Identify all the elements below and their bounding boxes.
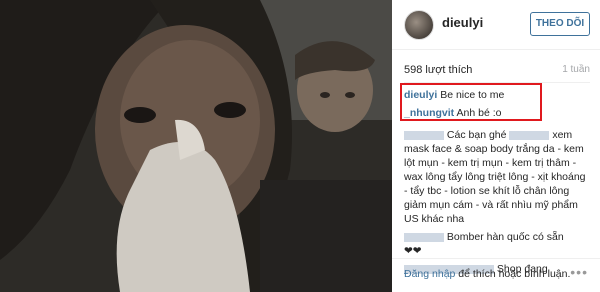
- comment-user-link[interactable]: dieulyi: [404, 89, 437, 101]
- comment: dieulyi Be nice to me: [404, 88, 590, 102]
- post-photo[interactable]: [0, 0, 392, 292]
- comment: Bomber hàn quốc có sẵn ❤❤: [404, 230, 590, 258]
- login-link[interactable]: Đăng nhập: [404, 268, 455, 280]
- promo-line3: Bomber hàn quốc có sẵn: [446, 231, 564, 243]
- post-header: dieulyi THEO DÕI: [392, 0, 600, 50]
- post-footer: Đăng nhập để thích hoặc bình luận. •••: [392, 258, 600, 292]
- promo-line1: Các bạn ghé: [446, 129, 507, 141]
- blurred-handle: [509, 130, 550, 140]
- comment: _nhungvit Anh bé :o: [404, 106, 590, 120]
- comment-user-link[interactable]: _nhungvit: [404, 107, 454, 119]
- comment: Các bạn ghé xem mask face & soap body tr…: [404, 128, 590, 226]
- avatar[interactable]: [404, 10, 434, 40]
- post-sidebar: dieulyi THEO DÕI 598 lượt thích 1 tuần d…: [392, 0, 600, 292]
- username-link[interactable]: dieulyi: [442, 15, 483, 30]
- login-prompt: Đăng nhập để thích hoặc bình luận.: [404, 268, 570, 280]
- blurred-username: [404, 232, 444, 242]
- comment-text: Be nice to me: [440, 89, 505, 101]
- likes-row: 598 lượt thích 1 tuần: [404, 64, 590, 78]
- photo-illustration: [0, 0, 392, 292]
- promo-line2: xem mask face & soap body trắng da - kem…: [404, 129, 586, 225]
- hearts: ❤❤: [404, 245, 422, 257]
- login-prompt-text: để thích hoặc bình luận.: [455, 268, 571, 280]
- time-ago[interactable]: 1 tuần: [562, 64, 590, 75]
- comment-text: Anh bé :o: [456, 107, 502, 119]
- blurred-username: [404, 130, 444, 140]
- more-options-icon[interactable]: •••: [570, 264, 588, 280]
- follow-button[interactable]: THEO DÕI: [530, 12, 590, 36]
- likes-count[interactable]: 598 lượt thích: [404, 64, 472, 76]
- comments-list: dieulyi Be nice to me _nhungvit Anh bé :…: [404, 88, 590, 280]
